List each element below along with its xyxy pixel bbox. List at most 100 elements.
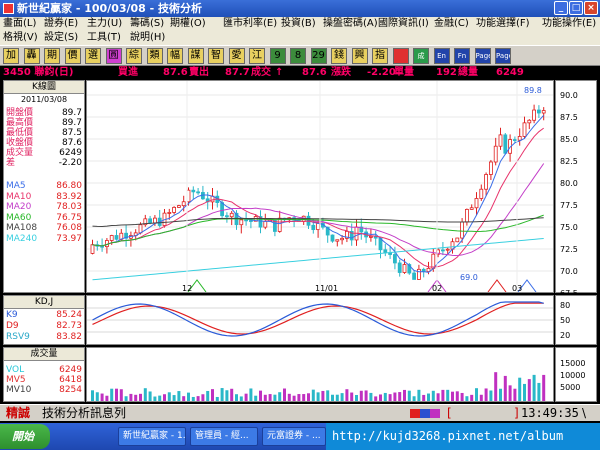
ma-value: 73.97 <box>56 233 82 244</box>
candle <box>148 218 152 224</box>
menu-item[interactable]: 國際資訊(I) <box>378 17 429 31</box>
volume-bar <box>494 372 498 401</box>
menu-item[interactable]: 功能選擇(F) <box>476 17 530 31</box>
kd-tick: 50 <box>560 316 571 325</box>
candle <box>220 202 225 217</box>
volume-bar <box>163 394 166 401</box>
price-tick: 90.0 <box>560 91 578 100</box>
candle <box>402 264 407 273</box>
menu-item[interactable]: 期權(O) <box>170 17 206 31</box>
taskbar-item[interactable]: 管理員 - 經... <box>190 427 258 446</box>
volume-bar <box>465 396 469 401</box>
volume-bar <box>225 390 229 401</box>
candle <box>541 110 546 114</box>
toolbar-button[interactable]: 8 <box>290 48 306 64</box>
volume-bar <box>316 392 320 401</box>
menu-item[interactable]: 投資(B) <box>281 17 316 31</box>
volume-bar <box>532 374 536 401</box>
volume-label: MV5 <box>6 375 26 385</box>
menu-item[interactable]: 設定(S) <box>44 31 78 45</box>
toolbar-button[interactable]: 類 <box>146 48 163 64</box>
toolbar-button[interactable]: 謀 <box>187 48 204 64</box>
toolbar-button[interactable] <box>392 48 409 64</box>
volume-chart[interactable] <box>86 347 554 402</box>
volume-bar <box>484 388 488 401</box>
toolbar-button[interactable]: 江 <box>249 48 265 64</box>
menu-item[interactable]: 金融(C) <box>434 17 469 31</box>
volume-bar <box>513 388 517 401</box>
close-button[interactable]: × <box>584 1 598 15</box>
taskbar-item[interactable]: 新世紀贏家 - 1... <box>118 427 186 446</box>
toolbar-button[interactable]: 綜 <box>126 48 142 64</box>
toolbar-button[interactable]: 興 <box>351 48 368 64</box>
taskbar-item[interactable]: 元富證券 - ... <box>262 427 326 446</box>
volume-bar <box>460 392 464 401</box>
toolbar-button[interactable]: En <box>433 48 450 64</box>
toolbar-button[interactable]: 選 <box>85 48 101 64</box>
volume-bar <box>95 392 99 401</box>
volume-bar <box>119 389 123 401</box>
toolbar-button[interactable]: 29 <box>310 48 327 64</box>
volume-bar <box>340 393 344 401</box>
volume-bar <box>215 396 219 401</box>
toolbar-button[interactable]: 期 <box>44 48 60 64</box>
menu-item[interactable]: 畫面(L) <box>3 17 36 31</box>
toolbar-button[interactable]: 成 <box>413 48 429 64</box>
volume-bar <box>263 394 267 401</box>
menu-item[interactable]: 操盤密碼(A) <box>323 17 378 31</box>
toolbar-button[interactable]: 價 <box>64 48 81 64</box>
toolbar-button[interactable]: 幅 <box>167 48 183 64</box>
menu-item[interactable]: 工具(T) <box>87 31 121 45</box>
toolbar-button[interactable]: 指 <box>372 48 388 64</box>
menu-item[interactable]: 說明(H) <box>130 31 165 45</box>
kd-value: 85.24 <box>56 310 82 320</box>
volume-bar <box>273 394 277 401</box>
menu-item[interactable]: 功能操作(E) <box>542 17 596 31</box>
price-chart[interactable]: 89.8 69.0 <box>86 80 554 294</box>
candle <box>109 235 114 241</box>
volume-value: 6249 <box>59 365 82 375</box>
volume-bar <box>182 396 186 401</box>
toolbar-button[interactable]: Page <box>474 48 491 64</box>
toolbar-button[interactable]: 加 <box>3 48 19 64</box>
candle <box>196 191 200 194</box>
candle <box>181 201 186 207</box>
kd-tick: 20 <box>560 331 571 340</box>
toolbar-button[interactable]: 智 <box>208 48 224 64</box>
volume-bar <box>143 388 147 401</box>
ma-row: MA20 78.03 <box>6 202 82 212</box>
volume-bar <box>191 396 195 401</box>
menu-item[interactable]: 籌碼(S) <box>130 17 164 31</box>
kd-title: KD,J <box>4 296 84 309</box>
volume-bar <box>475 388 478 401</box>
toolbar-button[interactable]: Page <box>495 48 511 64</box>
candle <box>469 207 474 210</box>
toolbar-button[interactable]: 轟 <box>23 48 40 64</box>
toolbar-button[interactable]: 錢 <box>331 48 347 64</box>
volume-bar <box>499 388 502 401</box>
menu-item[interactable]: 主力(U) <box>87 17 122 31</box>
menu-item[interactable]: 格視(V) <box>3 31 38 45</box>
maximize-button[interactable]: □ <box>569 1 583 15</box>
menu-item[interactable]: 匯市利率(E) <box>223 17 277 31</box>
volume-info-panel: 成交量 VOL 6249 MV5 6418 MV10 8254 <box>3 347 85 402</box>
minimize-button[interactable]: _ <box>554 1 568 15</box>
toolbar-button[interactable]: Fn <box>454 48 470 64</box>
toolbar-button[interactable]: 愛 <box>228 48 245 64</box>
volume-bar <box>158 395 162 401</box>
volume-bar <box>523 383 526 401</box>
close-small-icon[interactable]: \ <box>582 405 586 422</box>
kd-chart[interactable] <box>86 295 554 345</box>
candle <box>100 245 105 248</box>
volume-bar <box>220 388 224 401</box>
toolbar-button[interactable]: 圓 <box>105 48 122 64</box>
volume-bar <box>167 392 171 401</box>
info-row: 成交量 6249 <box>6 148 82 158</box>
kd-row: D9 82.73 <box>6 321 82 331</box>
price-tick: 70.0 <box>560 267 578 276</box>
toolbar-button[interactable]: 9 <box>269 48 286 64</box>
volume-bar <box>364 390 368 401</box>
start-button[interactable]: 開始 <box>0 424 50 449</box>
menu-item[interactable]: 證券(E) <box>44 17 78 31</box>
ma-value: 86.80 <box>56 181 82 191</box>
